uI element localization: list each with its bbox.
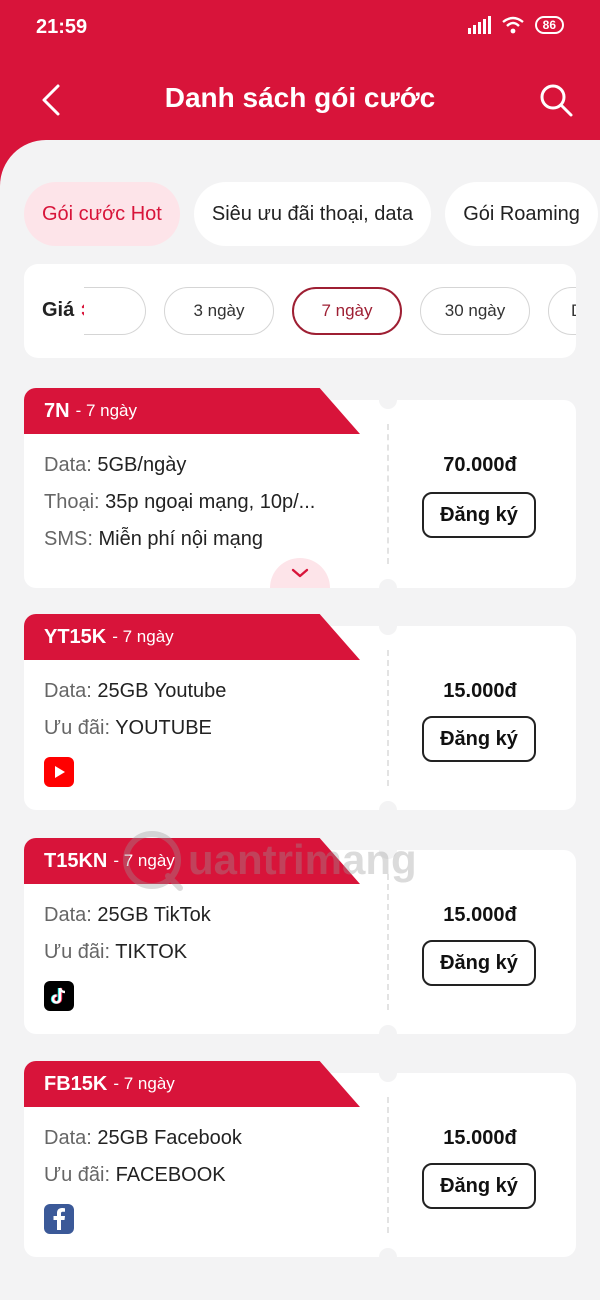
package-ribbon: 7N - 7 ngày	[24, 388, 360, 434]
package-duration: - 7 ngày	[112, 627, 174, 646]
package-price: 15.000đ	[443, 1127, 517, 1149]
package-ribbon: FB15K - 7 ngày	[24, 1061, 360, 1107]
package-card-t15kn[interactable]: T15KN - 7 ngày Data: 25GB TikTok Ưu đãi:…	[24, 838, 576, 1043]
package-info-sms: SMS: Miễn phí nội mạng	[44, 528, 264, 550]
price-sort-label: Giá	[42, 298, 75, 321]
category-tabs: Gói cước Hot Siêu ưu đãi thoại, data Gói…	[24, 182, 598, 246]
search-icon	[540, 84, 573, 117]
tab-hot-packages[interactable]: Gói cước Hot	[24, 182, 180, 246]
register-button[interactable]: Đăng ký	[422, 940, 536, 986]
search-button[interactable]	[538, 82, 574, 118]
register-button[interactable]: Đăng ký	[422, 492, 536, 538]
package-card-yt15k[interactable]: YT15K - 7 ngày Data: 25GB Youtube Ưu đãi…	[24, 614, 576, 819]
package-duration: - 7 ngày	[113, 851, 175, 870]
tab-roaming[interactable]: Gói Roaming	[445, 182, 598, 246]
tab-super-deals[interactable]: Siêu ưu đãi thoại, data	[193, 182, 432, 246]
package-price: 15.000đ	[443, 904, 517, 926]
status-bar: 21:59 86	[0, 0, 600, 56]
package-card-fb15k[interactable]: FB15K - 7 ngày Data: 25GB Facebook Ưu đã…	[24, 1061, 576, 1266]
package-ribbon: T15KN - 7 ngày	[24, 838, 360, 884]
package-price: 70.000đ	[443, 454, 517, 476]
status-time: 21:59	[36, 16, 88, 38]
package-duration: - 7 ngày	[75, 401, 138, 420]
filter-bar: Giá 3 ngày 7 ngày 30 ngày D	[24, 264, 576, 358]
package-code: 7N	[44, 399, 70, 422]
package-ribbon: YT15K - 7 ngày	[24, 614, 360, 660]
facebook-icon	[44, 1204, 74, 1234]
package-info-data: Data: 25GB Youtube	[44, 680, 227, 702]
package-info-offer: Ưu đãi: FACEBOOK	[44, 1164, 226, 1186]
chevron-down-icon	[291, 568, 309, 578]
package-price: 15.000đ	[443, 680, 517, 702]
register-button[interactable]: Đăng ký	[422, 1163, 536, 1209]
package-card-7n[interactable]: 7N - 7 ngày Data: 5GB/ngày Thoại: 35p ng…	[24, 388, 576, 597]
expand-details-button[interactable]	[270, 558, 330, 588]
signal-icon	[467, 16, 491, 34]
package-info-data: Data: 25GB TikTok	[44, 904, 211, 926]
package-code: YT15K	[44, 625, 107, 648]
battery-icon: 86	[534, 16, 564, 34]
wifi-icon	[501, 16, 524, 34]
package-info-offer: Ưu đãi: YOUTUBE	[44, 717, 212, 739]
package-info-offer: Ưu đãi: TIKTOK	[44, 941, 188, 963]
filter-chip-30-days[interactable]: 30 ngày	[420, 287, 530, 335]
package-duration: - 7 ngày	[113, 1074, 175, 1093]
youtube-icon	[44, 757, 74, 787]
package-code: FB15K	[44, 1072, 108, 1095]
filter-chip-3-days[interactable]: 3 ngày	[164, 287, 274, 335]
package-code: T15KN	[44, 849, 108, 872]
filter-chip-partial[interactable]	[84, 287, 146, 335]
filter-chip-7-days[interactable]: 7 ngày	[292, 287, 402, 335]
register-button[interactable]: Đăng ký	[422, 716, 536, 762]
filter-chip-more[interactable]: D	[548, 287, 576, 335]
tiktok-icon	[44, 981, 74, 1011]
package-info-data: Data: 25GB Facebook	[44, 1127, 242, 1149]
package-info-data: Data: 5GB/ngày	[44, 454, 187, 476]
page-title: Danh sách gói cước	[164, 82, 436, 113]
package-info-voice: Thoại: 35p ngoại mạng, 10p/...	[44, 491, 316, 513]
status-icons: 86	[467, 16, 564, 34]
